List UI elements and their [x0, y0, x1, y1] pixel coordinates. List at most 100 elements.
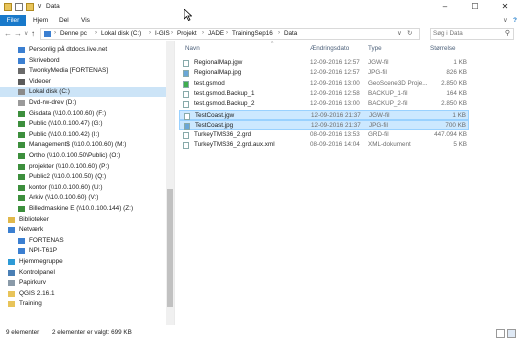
sidebar-item[interactable]: TwonkyMedia [FORTENAS]: [0, 66, 166, 76]
sort-chevron-icon: ^: [271, 41, 274, 47]
recent-chevron-icon[interactable]: ∨: [24, 30, 28, 37]
computer-icon: [18, 237, 25, 244]
control-panel-icon: [8, 269, 15, 276]
large-icons-view-icon[interactable]: [507, 329, 516, 338]
file-icon: [183, 132, 189, 140]
sidebar-item[interactable]: Arkiv (\\10.0.100.60) (V:): [0, 193, 166, 203]
sidebar-item[interactable]: projekter (\\10.0.100.60) (P:): [0, 162, 166, 172]
sidebar-item-label: Ortho (\\10.0.100.50\Public) (O:): [29, 152, 121, 159]
sidebar-item[interactable]: Management$ (\\10.0.100.60) (M:): [0, 140, 166, 150]
sidebar-item[interactable]: NPI-T61P: [0, 246, 166, 256]
column-header-name[interactable]: Navn: [185, 45, 200, 52]
tab-home[interactable]: Hjem: [30, 16, 51, 25]
sidebar-item[interactable]: Kontrolpanel: [0, 268, 166, 278]
sidebar-item[interactable]: Public (\\10.0.100.47) (G:): [0, 119, 166, 129]
file-row[interactable]: test.gsmod 12-09-2016 13:00 GeoScene3D Pro…: [179, 79, 469, 89]
sidebar-item[interactable]: Gisdata (\\10.0.100.60) (F:): [0, 109, 166, 119]
file-name: RegionalMap.jpg: [194, 69, 242, 77]
breadcrumb-jade[interactable]: JADE: [208, 30, 224, 37]
file-row[interactable]: TestCoast.jpg 12-09-2016 21:37 JPG-fil 700 …: [179, 119, 469, 130]
address-dropdown-icon[interactable]: ∨: [397, 30, 402, 37]
file-name: TurkeyTMS36_2.grd.aux.xml: [194, 141, 275, 149]
sidebar-item[interactable]: QGIS 2.16.1: [0, 289, 166, 299]
sidebar-item-label: Skrivebord: [29, 56, 60, 64]
tab-share[interactable]: Del: [56, 16, 72, 25]
network-drive-icon: [18, 174, 25, 181]
network-drive-icon: [18, 121, 25, 128]
sidebar-item[interactable]: Biblioteker: [0, 215, 166, 225]
file-row[interactable]: test.gsmod.Backup_1 12-09-2016 12:58 BACKU…: [179, 89, 469, 99]
column-header-type[interactable]: Type: [368, 45, 382, 52]
sidebar-item[interactable]: Papirkurv: [0, 278, 166, 288]
file-icon: [183, 60, 189, 67]
network-drive-icon: [18, 206, 25, 212]
file-size: 447.094 KB: [434, 131, 467, 139]
breadcrumb-local-disk[interactable]: Lokal disk (C:): [101, 30, 141, 37]
search-icon[interactable]: ⚲: [505, 29, 510, 37]
breadcrumb-trainingsep16[interactable]: TrainingSep16: [232, 30, 273, 37]
new-folder-icon[interactable]: [26, 3, 34, 11]
breadcrumb-data[interactable]: Data: [284, 30, 297, 37]
folder-icon: [8, 290, 15, 297]
tab-file[interactable]: Filer: [0, 15, 26, 26]
sidebar-item[interactable]: Videoer: [0, 77, 166, 87]
file-row[interactable]: RegionalMap.jgw 12-09-2016 12:57 JGW-fil 1 …: [179, 58, 469, 68]
forward-arrow-icon[interactable]: →: [14, 29, 22, 38]
minimize-button[interactable]: –: [430, 0, 460, 14]
column-header-size[interactable]: Størrelse: [430, 45, 456, 52]
sidebar-item-label: Arkiv (\\10.0.100.60) (V:): [29, 194, 99, 202]
dvd-icon: [18, 100, 25, 106]
file-type: GRD-fil: [368, 131, 389, 139]
sidebar-item-label: Public (\\10.0.100.42) (I:): [29, 130, 100, 138]
sidebar-item[interactable]: Netværk: [0, 225, 166, 235]
network-drive-icon: [18, 195, 25, 202]
address-bar[interactable]: › Denne pc › Lokal disk (C:) › I-GIS › P…: [40, 28, 420, 40]
sidebar-item-label: Hjemmegruppe: [19, 258, 63, 265]
file-row[interactable]: RegionalMap.jpg 12-09-2016 12:57 JPG-fil 82…: [179, 68, 469, 78]
sidebar-item[interactable]: Ortho (\\10.0.100.50\Public) (O:): [0, 151, 166, 161]
breadcrumb-projekt[interactable]: Projekt: [177, 30, 197, 37]
close-button[interactable]: ✕: [490, 0, 520, 14]
search-box[interactable]: ⚲: [430, 28, 514, 40]
sidebar-item-label: Public2 (\\10.0.100.50) (Q:): [29, 173, 107, 181]
sidebar-item[interactable]: Billedmaskine E (\\10.0.100.144) (Z:): [0, 204, 166, 214]
sidebar-item[interactable]: Skrivebord: [0, 56, 166, 66]
file-row[interactable]: TestCoast.jgw 12-09-2016 21:37 JGW-fil 1 KB: [179, 109, 469, 120]
tab-view[interactable]: Vis: [78, 16, 93, 25]
properties-icon[interactable]: [15, 3, 23, 11]
image-file-icon: [183, 70, 189, 78]
refresh-icon[interactable]: ↻: [407, 30, 412, 37]
desktop-icon: [18, 57, 25, 64]
sidebar-item[interactable]: Personlig på dtdocs.live.net: [0, 45, 166, 55]
up-arrow-icon[interactable]: ↑: [31, 29, 35, 38]
file-icon: [184, 112, 190, 120]
item-count: 9 elementer: [6, 329, 40, 336]
file-row[interactable]: TurkeyTMS36_2.grd 08-09-2016 13:53 GRD-fil…: [179, 130, 469, 140]
breadcrumb-igis[interactable]: I-GIS: [155, 30, 170, 37]
help-icon[interactable]: ?: [510, 16, 520, 25]
file-row[interactable]: TurkeyTMS36_2.grd.aux.xml 08-09-2016 14:0…: [179, 140, 469, 150]
recycle-bin-icon: [8, 280, 15, 287]
search-input[interactable]: [431, 29, 501, 38]
details-view-icon[interactable]: [496, 329, 505, 338]
library-icon: [8, 216, 15, 223]
drive-icon: [18, 89, 25, 96]
column-header-date[interactable]: Ændringsdato: [310, 45, 349, 52]
maximize-button[interactable]: ☐: [460, 0, 490, 14]
sidebar-item[interactable]: FORTENAS: [0, 236, 166, 246]
breadcrumb-this-pc[interactable]: Denne pc: [60, 30, 87, 37]
sidebar-item[interactable]: Hjemmegruppe: [0, 257, 166, 267]
chevron-down-icon[interactable]: ∨: [37, 2, 42, 10]
sidebar-item[interactable]: Public (\\10.0.100.42) (I:): [0, 130, 166, 140]
sidebar-item[interactable]: Training: [0, 299, 166, 309]
onedrive-icon: [18, 47, 25, 53]
sidebar-item[interactable]: Lokal disk (C:): [0, 87, 166, 98]
sidebar-item[interactable]: Dvd-rw-drev (D:): [0, 98, 166, 108]
file-size: 5 KB: [453, 141, 467, 149]
file-icon: [183, 142, 189, 150]
sidebar-item[interactable]: Public2 (\\10.0.100.50) (Q:): [0, 172, 166, 182]
back-arrow-icon[interactable]: ←: [4, 29, 12, 38]
sidebar-scroll-thumb[interactable]: [167, 189, 173, 307]
file-row[interactable]: test.gsmod.Backup_2 12-09-2016 13:00 BACKU…: [179, 99, 469, 109]
sidebar-item[interactable]: kontor (\\10.0.100.60) (U:): [0, 183, 166, 193]
